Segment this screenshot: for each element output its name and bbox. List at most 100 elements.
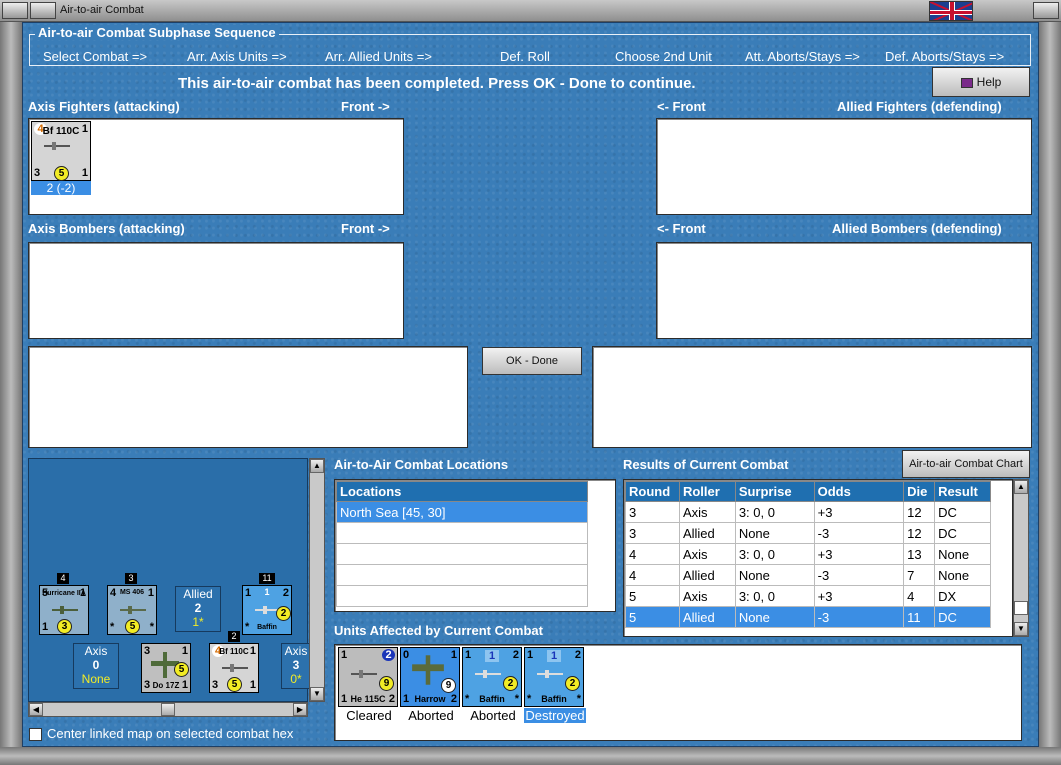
affected-caption: Aborted [408,708,454,723]
scroll-left-arrow-icon[interactable]: ◀ [29,703,43,716]
table-row[interactable]: 3 Allied None -3 12 DC [625,522,991,544]
locations-table: Locations North Sea [45, 30] [336,481,588,607]
map-hurricane-counter[interactable]: 5 Hurricane IIA 1 1 3 [39,585,89,635]
help-book-icon [960,77,973,88]
map-axis-tag[interactable]: Axis 0 None [73,643,119,689]
scroll-thumb[interactable] [161,703,175,716]
allied-fighters-front-label: <- Front [657,99,706,114]
axis-fighter-counter[interactable]: 4 Bf 110C 1 3 5 1 [31,121,91,181]
allied-bombers-front-label: <- Front [657,221,706,236]
allied-fighters-label: Allied Fighters (defending) [837,99,1002,114]
results-scrollbar[interactable]: ▲ ▼ [1013,479,1029,637]
axis-info-box [28,346,468,448]
title-bar: Air-to-air Combat [0,0,1061,22]
seq-step-choose-2nd: Choose 2nd Unit [615,49,712,64]
table-row[interactable]: 4 Allied None -3 7 None [625,564,991,586]
stack-count-badge: 11 [259,573,275,584]
plane-icon [475,670,501,678]
stack-count-badge: 2 [228,631,240,642]
help-button[interactable]: Help [932,67,1030,97]
affected-unit-baffin-aborted[interactable]: 1 1 2 2 * Baffin * [462,647,522,707]
close-button[interactable] [1033,2,1059,19]
map-vertical-scrollbar[interactable]: ▲ ▼ [309,458,325,702]
seq-step-def-roll: Def. Roll [500,49,550,64]
allied-bombers-box[interactable] [656,242,1032,339]
axis-fighters-front-label: Front -> [341,99,390,114]
main-panel: Air-to-air Combat Subphase Sequence Sele… [22,22,1039,747]
affected-unit-baffin-destroyed[interactable]: 1 1 2 2 * Baffin * [524,647,584,707]
axis-fighters-label: Axis Fighters (attacking) [28,99,180,114]
minimize-button[interactable] [30,2,56,19]
axis-bombers-front-label: Front -> [341,221,390,236]
plane-icon [537,670,563,678]
plane-icon [120,606,146,614]
map-bf110c-counter[interactable]: 4 Bf 110C 1 3 5 1 [209,643,259,693]
map-allied-tag[interactable]: Allied 2 1* [175,586,221,632]
uk-flag-icon [929,1,973,21]
list-item[interactable] [336,522,588,544]
center-map-checkbox[interactable] [29,728,42,741]
seq-step-arr-axis: Arr. Axis Units => [187,49,287,64]
affected-caption: Aborted [470,708,516,723]
scroll-down-arrow-icon[interactable]: ▼ [1014,622,1028,636]
window-frame-left [0,22,22,765]
results-list[interactable]: Round Roller Surprise Odds Die Result 3A… [623,479,1013,637]
ok-done-button[interactable]: OK - Done [482,347,582,375]
sequence-title: Air-to-air Combat Subphase Sequence [35,25,279,40]
map-ms406-counter[interactable]: 4 MS 406 1 * 5 * [107,585,157,635]
map-horizontal-scrollbar[interactable]: ◀ ▶ [28,702,308,717]
allied-info-box [592,346,1032,448]
stack-count-badge: 3 [125,573,137,584]
plane-icon [351,670,377,678]
map-axis-tag-2[interactable]: Axis 3 0* [281,643,311,689]
scroll-right-arrow-icon[interactable]: ▶ [293,703,307,716]
scroll-down-arrow-icon[interactable]: ▼ [310,687,324,701]
affected-title: Units Affected by Current Combat [334,623,543,638]
seq-step-att-aborts: Att. Aborts/Stays => [745,49,860,64]
table-row[interactable]: 3 Axis 3: 0, 0 +3 12 DC [625,501,991,523]
affected-caption: Destroyed [524,708,586,723]
plane-icon [44,142,70,150]
stack-count-badge: 4 [57,573,69,584]
seq-step-def-aborts: Def. Aborts/Stays => [885,49,1005,64]
status-message: This air-to-air combat has been complete… [178,75,696,92]
plane-icon [222,664,248,672]
scroll-thumb[interactable] [1014,601,1028,615]
scroll-up-arrow-icon[interactable]: ▲ [310,459,324,473]
results-table: Round Roller Surprise Odds Die Result 3A… [625,481,991,628]
locations-header: Locations [336,481,588,502]
combat-chart-button[interactable]: Air-to-air Combat Chart [902,450,1030,478]
help-label: Help [976,75,1002,89]
allied-bombers-label: Allied Bombers (defending) [832,221,1002,236]
table-row[interactable]: 5 Axis 3: 0, 0 +3 4 DX [625,585,991,607]
plane-icon [52,606,78,614]
scroll-up-arrow-icon[interactable]: ▲ [1014,480,1028,494]
list-item[interactable]: North Sea [45, 30] [336,501,588,523]
list-item[interactable] [336,564,588,586]
center-map-label: Center linked map on selected combat hex [47,726,294,741]
system-menu-button[interactable] [2,2,28,19]
table-row[interactable]: 4 Axis 3: 0, 0 +3 13 None [625,543,991,565]
window-title: Air-to-air Combat [60,4,144,16]
locations-list[interactable]: Locations North Sea [45, 30] [334,479,616,612]
seq-step-arr-allied: Arr. Allied Units => [325,49,432,64]
locations-title: Air-to-Air Combat Locations [334,457,509,472]
map-do17z-counter[interactable]: 3 1 5 3 Do 17Z 1 [141,643,191,693]
results-header-row: Round Roller Surprise Odds Die Result [625,481,991,502]
allied-fighters-box[interactable] [656,118,1032,215]
results-title: Results of Current Combat [623,457,789,472]
list-item[interactable] [336,543,588,565]
affected-unit-harrow[interactable]: 0 1 9 1 Harrow 2 [400,647,460,707]
axis-fighter-caption: 2 (-2) [31,181,91,195]
window-frame-right [1039,22,1061,765]
list-item[interactable] [336,585,588,607]
affected-unit-he115c[interactable]: 1 2 9 1 He 115C 2 [338,647,398,707]
table-row[interactable]: 5 Allied None -3 11 DC [625,606,991,628]
axis-bombers-label: Axis Bombers (attacking) [28,221,185,236]
window-frame-bottom [0,747,1061,765]
map-baffin-counter[interactable]: 1 1 2 2 * Baffin [242,585,292,635]
axis-bombers-box[interactable] [28,242,404,339]
affected-caption: Cleared [346,708,392,723]
seq-step-select-combat: Select Combat => [43,49,148,64]
bomber-icon [412,655,444,685]
